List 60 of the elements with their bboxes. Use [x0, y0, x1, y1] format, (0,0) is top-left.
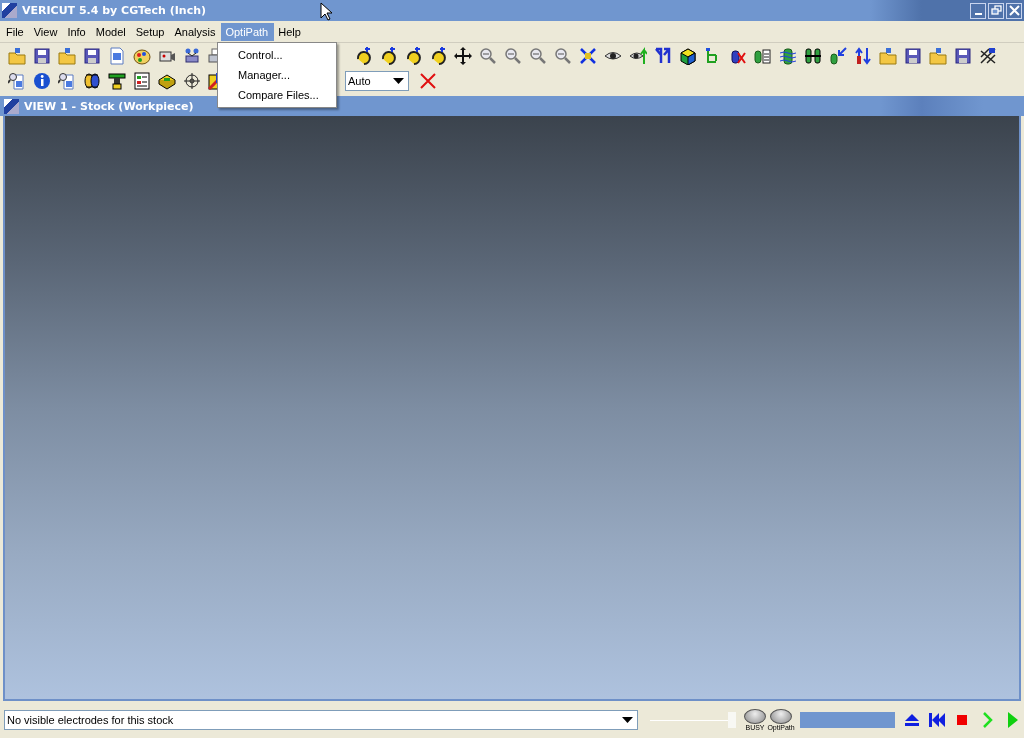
menu-item[interactable]: Info [63, 22, 92, 41]
minimize-button[interactable] [970, 2, 986, 19]
menu-item[interactable]: Setup [131, 22, 171, 41]
window-title: VERICUT 5.4 by CGTech (Inch) [22, 4, 207, 17]
up-down-arrows-icon[interactable] [853, 46, 872, 65]
document-magnifier-icon[interactable] [57, 71, 76, 90]
menu-item[interactable]: Model [91, 22, 132, 41]
display-mode-dropdown[interactable]: Auto [345, 70, 409, 91]
cube-icon[interactable] [678, 46, 697, 65]
zoom-icon[interactable] [553, 46, 572, 65]
machine-icon[interactable] [182, 46, 201, 65]
hatch-icon[interactable] [978, 46, 997, 65]
two-cylinders-icon[interactable] [803, 46, 822, 65]
folder-icon[interactable] [878, 46, 897, 65]
folder-icon[interactable] [928, 46, 947, 65]
dropdown-menu-item[interactable]: Compare Files... [218, 85, 336, 105]
fit-view-icon[interactable] [578, 46, 597, 65]
document-icon[interactable] [107, 46, 126, 65]
close-button[interactable] [1006, 2, 1022, 19]
cylinder-waves-icon[interactable] [778, 46, 797, 65]
zoom-icon[interactable] [478, 46, 497, 65]
minimize-icon [974, 12, 982, 15]
palette-icon[interactable] [132, 46, 151, 65]
zoom-icon[interactable] [528, 46, 547, 65]
cross-icon[interactable] [418, 71, 437, 90]
zoom-icon[interactable] [503, 46, 522, 65]
restore-button[interactable] [988, 2, 1004, 19]
menu-item[interactable]: View [29, 22, 64, 41]
rewind-icon[interactable] [927, 710, 946, 729]
gears-swap-icon[interactable] [82, 71, 101, 90]
crosshair-icon[interactable] [182, 71, 201, 90]
view-title: VIEW 1 - Stock (Workpiece) [24, 99, 194, 113]
app-logo-icon [2, 3, 17, 18]
menu-item[interactable]: Help [274, 22, 307, 41]
document-magnifier-icon[interactable] [7, 71, 26, 90]
eye-arrow-icon[interactable] [628, 46, 647, 65]
checklist-icon[interactable] [132, 71, 151, 90]
folder-icon[interactable] [7, 46, 26, 65]
menu-item[interactable]: File [2, 22, 30, 41]
mouse-pointer-icon [320, 2, 332, 21]
dropdown-menu-item[interactable]: Manager... [218, 65, 336, 85]
info-icon[interactable] [32, 71, 51, 90]
indicator-light-icon [744, 708, 766, 724]
menu-item[interactable]: Analysis [170, 22, 222, 41]
mirror-icon[interactable] [653, 46, 672, 65]
cylinder-document-icon[interactable] [753, 46, 772, 65]
cylinder-arrow-icon[interactable] [828, 46, 847, 65]
restore-icon [990, 5, 1002, 16]
cutter-icon[interactable] [107, 71, 126, 90]
electrode-selector-dropdown[interactable]: No visible electrodes for this stock [4, 709, 638, 730]
indicator-light-icon [770, 708, 792, 724]
slider-thumb[interactable] [728, 712, 736, 728]
caret-icon [393, 77, 404, 84]
close-icon [1008, 5, 1020, 16]
graphics-viewport[interactable] [3, 116, 1021, 701]
view-logo-icon [4, 98, 19, 114]
caret-icon [622, 716, 633, 723]
dropdown-menu-item[interactable]: Control... [218, 45, 336, 65]
move-arrows-icon[interactable] [453, 46, 472, 65]
folder-icon[interactable] [57, 46, 76, 65]
